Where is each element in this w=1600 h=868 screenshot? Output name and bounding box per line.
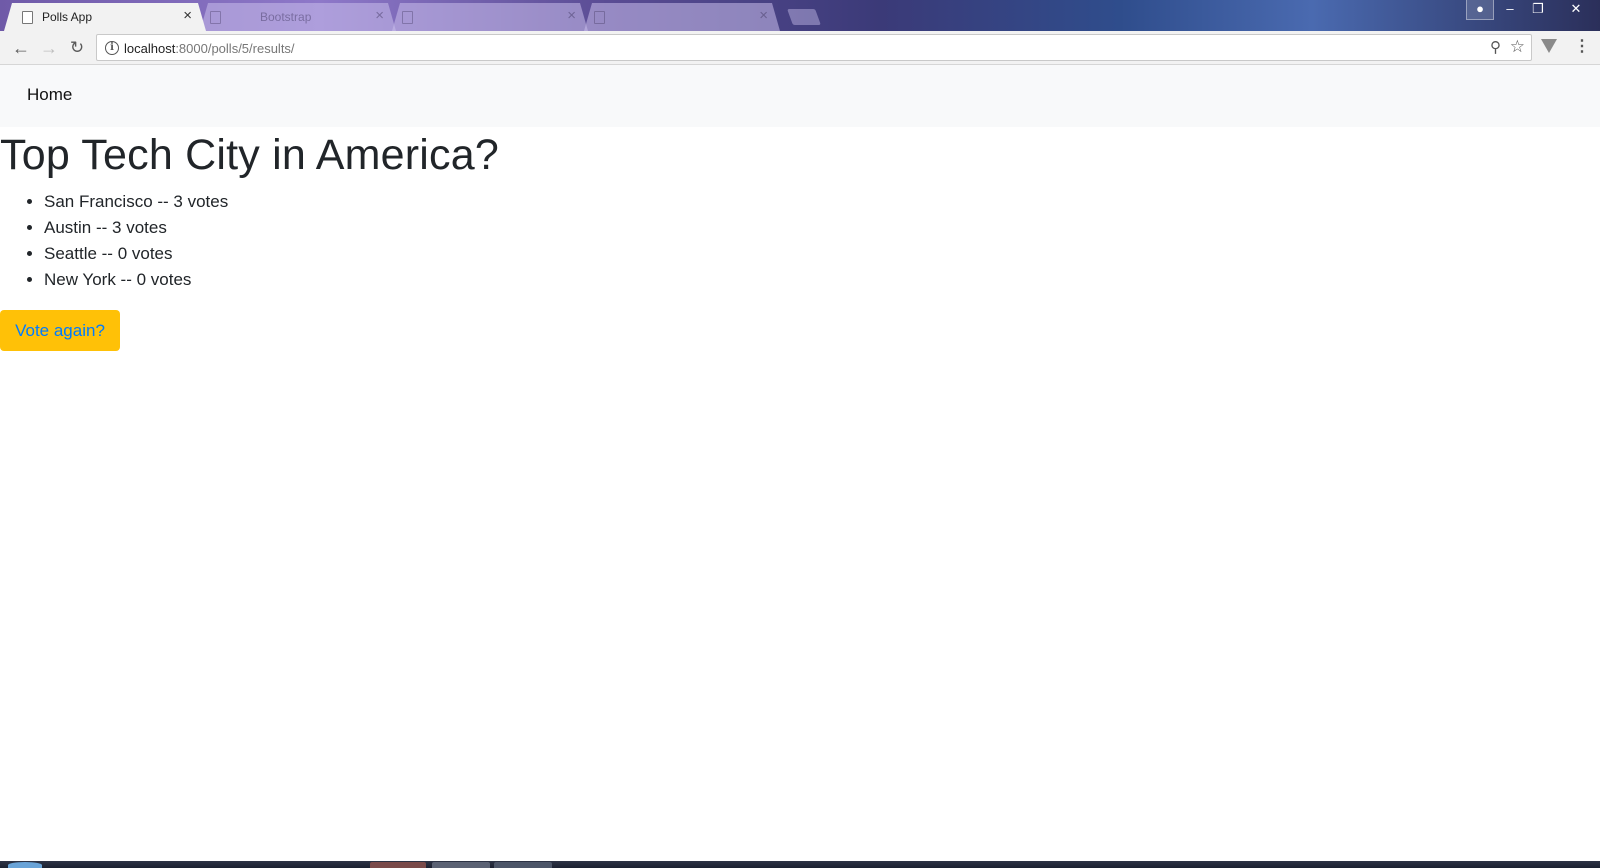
tab-4[interactable]: × xyxy=(584,3,780,31)
results-list: San Francisco -- 3 votes Austin -- 3 vot… xyxy=(44,190,228,294)
poll-question: Top Tech City in America? xyxy=(0,131,499,179)
window-close-icon[interactable]: ✕ xyxy=(1556,0,1596,20)
url-text[interactable]: localhost:8000/polls/5/results/ xyxy=(124,41,295,56)
taskbar-item[interactable] xyxy=(432,862,490,868)
minimize-icon[interactable]: – xyxy=(1496,0,1524,20)
close-icon[interactable]: × xyxy=(759,8,768,23)
back-arrow-icon[interactable]: ← xyxy=(9,36,33,60)
close-icon[interactable]: × xyxy=(567,8,576,23)
page-icon xyxy=(402,11,413,24)
vote-again-button[interactable]: Vote again? xyxy=(0,310,120,351)
result-item: New York -- 0 votes xyxy=(44,268,228,294)
browser-toolbar: ← → ↻ i localhost:8000/polls/5/results/ … xyxy=(0,31,1600,65)
browser-titlebar: Polls App × Bootstrap × × × ● – ❐ ✕ xyxy=(0,0,1600,31)
address-bar[interactable]: i localhost:8000/polls/5/results/ ⚲ ☆ xyxy=(96,34,1532,61)
tab-polls-app[interactable]: Polls App × xyxy=(4,3,206,31)
result-item: Austin -- 3 votes xyxy=(44,216,228,242)
reload-icon[interactable]: ↻ xyxy=(65,36,89,60)
close-icon[interactable]: × xyxy=(375,8,384,23)
profile-icon[interactable]: ● xyxy=(1466,0,1494,20)
tab-bootstrap[interactable]: Bootstrap × xyxy=(200,3,396,31)
tab-title: Bootstrap xyxy=(260,10,312,24)
url-host: localhost xyxy=(124,41,176,56)
info-icon[interactable]: i xyxy=(105,41,119,55)
page-icon xyxy=(210,11,221,24)
result-item: San Francisco -- 3 votes xyxy=(44,190,228,216)
zoom-icon[interactable]: ⚲ xyxy=(1490,38,1501,56)
nav-home-link[interactable]: Home xyxy=(27,85,72,105)
os-taskbar xyxy=(0,861,1600,868)
restore-icon[interactable]: ❐ xyxy=(1524,0,1552,20)
taskbar-item[interactable] xyxy=(494,862,552,868)
tab-title: Polls App xyxy=(42,10,93,24)
forward-arrow-icon[interactable]: → xyxy=(37,36,61,60)
new-tab-button[interactable] xyxy=(787,9,821,25)
taskbar-item[interactable] xyxy=(370,862,426,868)
url-path: :8000/polls/5/results/ xyxy=(175,41,295,56)
page-icon xyxy=(594,11,605,24)
result-item: Seattle -- 0 votes xyxy=(44,242,228,268)
start-button[interactable] xyxy=(8,862,42,868)
extension-icon[interactable] xyxy=(1541,39,1557,53)
menu-kebab-icon[interactable]: ⋮ xyxy=(1574,36,1590,56)
bookmark-star-icon[interactable]: ☆ xyxy=(1510,37,1525,57)
close-icon[interactable]: × xyxy=(183,8,192,23)
page-icon xyxy=(22,11,33,24)
site-navbar: Home xyxy=(0,65,1600,127)
tab-3[interactable]: × xyxy=(392,3,588,31)
